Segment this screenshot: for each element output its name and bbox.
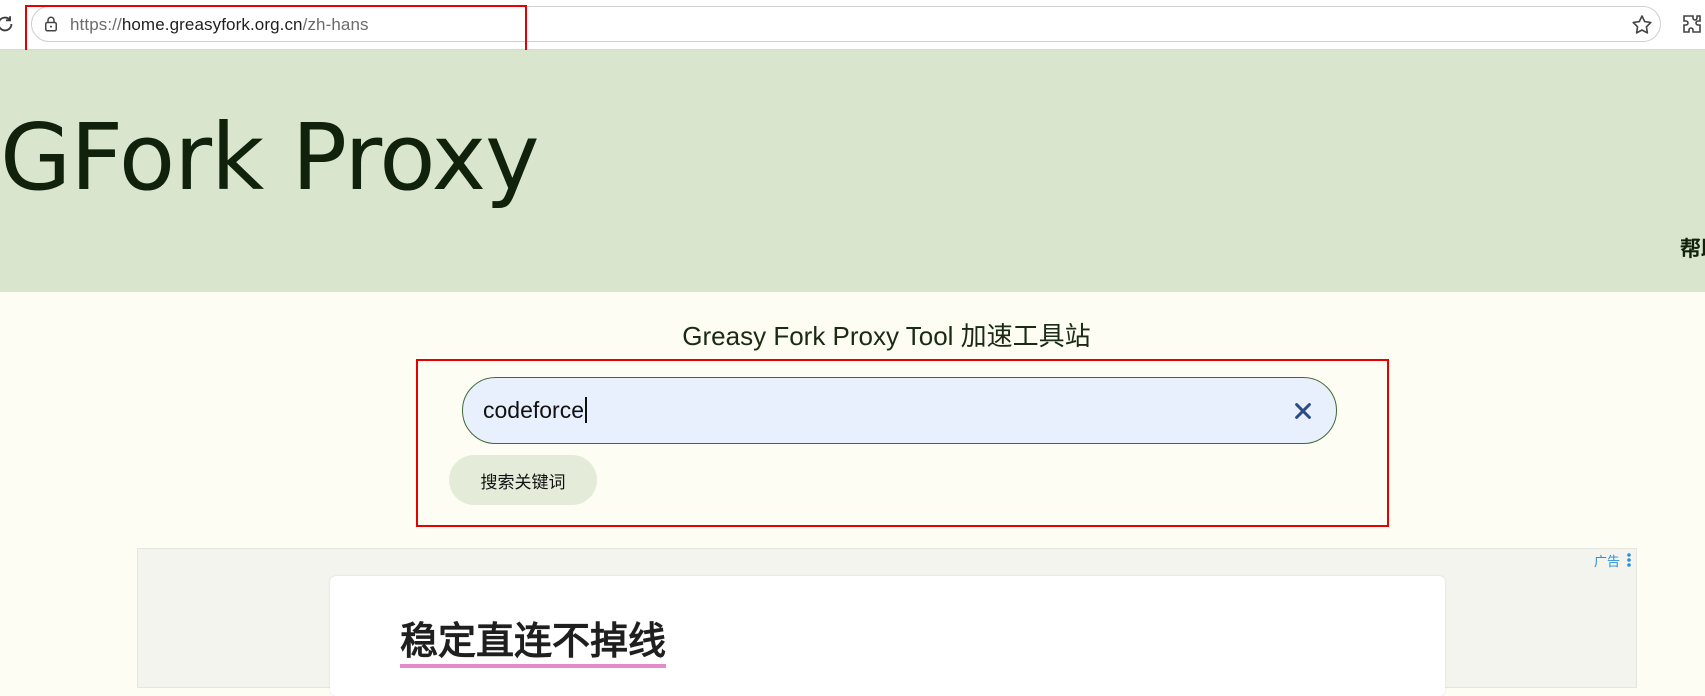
ad-card[interactable]: 稳定直连不掉线 — [330, 576, 1445, 696]
clear-icon[interactable] — [1292, 400, 1314, 422]
search-input[interactable]: codeforce — [462, 377, 1337, 444]
ad-options-icon[interactable] — [1626, 552, 1632, 568]
url-path: /zh-hans — [302, 15, 369, 34]
site-header: GFork Proxy 帮助 — [0, 50, 1705, 292]
browser-toolbar: https://home.greasyfork.org.cn/zh-hans — [0, 0, 1705, 50]
ad-headline[interactable]: 稳定直连不掉线 — [400, 620, 667, 668]
url-host: home.greasyfork.org.cn — [121, 15, 303, 34]
nav-help-link[interactable]: 帮助 — [1680, 233, 1705, 263]
site-title[interactable]: GFork Proxy — [0, 112, 540, 204]
page-subtitle: Greasy Fork Proxy Tool 加速工具站 — [682, 321, 1091, 351]
text-caret — [585, 397, 587, 423]
search-input-value[interactable]: codeforce — [483, 397, 587, 424]
ad-badge[interactable]: 广告 — [1594, 551, 1620, 570]
reload-icon[interactable] — [0, 13, 16, 35]
search-input-text: codeforce — [483, 397, 585, 423]
extensions-icon[interactable] — [1680, 12, 1704, 36]
lock-icon[interactable] — [42, 15, 60, 33]
address-bar[interactable]: https://home.greasyfork.org.cn/zh-hans — [31, 6, 1661, 42]
search-keyword-button[interactable]: 搜索关键词 — [449, 455, 597, 505]
url-text[interactable]: https://home.greasyfork.org.cn/zh-hans — [70, 15, 369, 35]
bookmark-star-icon[interactable] — [1630, 13, 1654, 37]
url-scheme: https:// — [70, 15, 122, 34]
